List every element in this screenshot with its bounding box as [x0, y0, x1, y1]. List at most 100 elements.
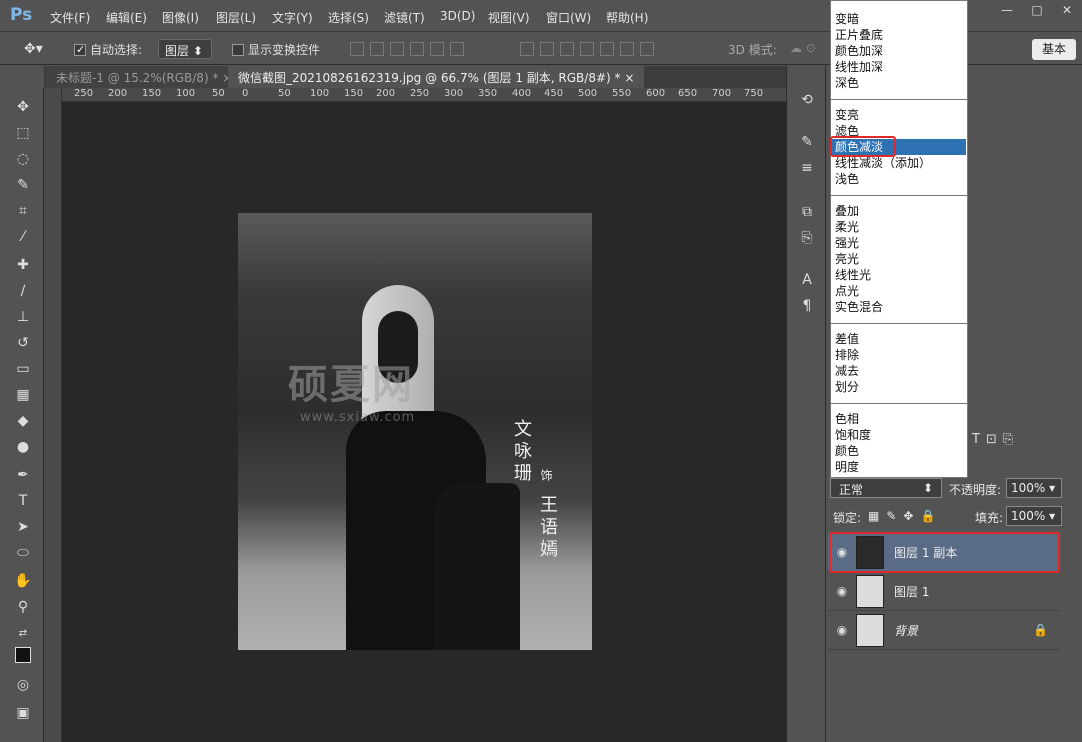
- blend-darken[interactable]: 变暗: [835, 11, 859, 27]
- brush-presets-icon[interactable]: ≡: [797, 160, 817, 180]
- blend-linear-light[interactable]: 线性光: [835, 267, 871, 283]
- lasso-tool-icon[interactable]: ◌: [12, 148, 34, 170]
- blend-multiply[interactable]: 正片叠底: [835, 27, 883, 43]
- blur-tool-icon[interactable]: ◆: [12, 410, 34, 432]
- blend-lighten[interactable]: 变亮: [835, 107, 859, 123]
- menu-3d[interactable]: 3D(D): [440, 9, 475, 23]
- blend-hard-mix[interactable]: 实色混合: [835, 299, 883, 315]
- blend-linear-burn[interactable]: 线性加深: [835, 59, 883, 75]
- healing-brush-icon[interactable]: ✚: [12, 254, 34, 276]
- blend-saturation[interactable]: 饱和度: [835, 427, 871, 443]
- 3d-mode-icons[interactable]: ☁ ⊙: [790, 41, 816, 55]
- distribute-hcenter-icon[interactable]: [600, 42, 614, 56]
- shape-filter-icon[interactable]: ⊡: [986, 432, 997, 454]
- fill-input[interactable]: 100% ▾: [1006, 506, 1062, 526]
- blend-hard-light[interactable]: 强光: [835, 235, 859, 251]
- blend-divide[interactable]: 划分: [835, 379, 859, 395]
- eraser-tool-icon[interactable]: ▭: [12, 358, 34, 380]
- tab-close-icon[interactable]: ×: [624, 71, 634, 85]
- eye-icon[interactable]: ◉: [828, 623, 856, 637]
- align-bottom-icon[interactable]: [390, 42, 404, 56]
- paragraph-panel-icon[interactable]: ¶: [797, 298, 817, 318]
- history-panel-icon[interactable]: ⟲: [797, 92, 817, 112]
- menu-help[interactable]: 帮助(H): [606, 9, 648, 26]
- menu-window[interactable]: 窗口(W): [546, 9, 591, 26]
- blend-darker-color[interactable]: 深色: [835, 75, 859, 91]
- auto-align-icon[interactable]: [640, 42, 654, 56]
- hand-tool-icon[interactable]: ✋: [12, 570, 34, 592]
- menu-type[interactable]: 文字(Y): [272, 9, 313, 26]
- lock-icons[interactable]: ▦✎✥🔒: [868, 509, 942, 523]
- path-select-icon[interactable]: ➤: [12, 516, 34, 538]
- color-swatches-icon[interactable]: [12, 644, 34, 666]
- align-left-icon[interactable]: [410, 42, 424, 56]
- zoom-tool-icon[interactable]: ⚲: [12, 596, 34, 618]
- distribute-vcenter-icon[interactable]: [540, 42, 554, 56]
- auto-select-target-select[interactable]: 图层 ⬍: [158, 39, 212, 59]
- opacity-input[interactable]: 100% ▾: [1006, 478, 1062, 498]
- align-right-icon[interactable]: [450, 42, 464, 56]
- blend-color[interactable]: 颜色: [835, 443, 859, 459]
- menu-edit[interactable]: 编辑(E): [106, 9, 147, 26]
- blend-subtract[interactable]: 减去: [835, 363, 859, 379]
- blend-luminosity[interactable]: 明度: [835, 459, 859, 475]
- minimize-button[interactable]: —: [992, 0, 1022, 20]
- maximize-button[interactable]: □: [1022, 0, 1052, 20]
- pen-tool-icon[interactable]: ✒: [12, 464, 34, 486]
- layer-row[interactable]: ◉ 背景 🔒: [828, 611, 1060, 650]
- quick-mask-icon[interactable]: ◎: [12, 674, 34, 696]
- distribute-top-icon[interactable]: [520, 42, 534, 56]
- auto-select-checkbox[interactable]: 自动选择:: [74, 41, 142, 58]
- menu-file[interactable]: 文件(F): [50, 9, 90, 26]
- clone-stamp-icon[interactable]: ⊥: [12, 306, 34, 328]
- distribute-right-icon[interactable]: [620, 42, 634, 56]
- history-brush-icon[interactable]: ↺: [12, 332, 34, 354]
- dodge-tool-icon[interactable]: ●: [12, 436, 34, 458]
- blend-exclusion[interactable]: 排除: [835, 347, 859, 363]
- menu-image[interactable]: 图像(I): [162, 9, 199, 26]
- distribute-left-icon[interactable]: [580, 42, 594, 56]
- menu-filter[interactable]: 滤镜(T): [384, 9, 425, 26]
- eye-icon[interactable]: ◉: [828, 584, 856, 598]
- blend-soft-light[interactable]: 柔光: [835, 219, 859, 235]
- tab-wechat-screenshot[interactable]: 微信截图_20210826162319.jpg @ 66.7% (图层 1 副本…: [228, 66, 645, 88]
- workspace-basic-button[interactable]: 基本: [1032, 39, 1076, 60]
- canvas-area[interactable]: 文咏珊 饰 王语嫣 硕夏网 www.sxiaw.com: [62, 102, 786, 742]
- swap-colors-icon[interactable]: ⇄: [12, 622, 34, 644]
- layer-blend-mode-select[interactable]: 正常 ⬍: [830, 478, 942, 498]
- blend-lighter-color[interactable]: 浅色: [835, 171, 859, 187]
- crop-tool-icon[interactable]: ⌗: [12, 200, 34, 222]
- menu-layer[interactable]: 图层(L): [216, 9, 256, 26]
- align-vcenter-icon[interactable]: [370, 42, 384, 56]
- layer-row[interactable]: ◉ 图层 1: [828, 572, 1060, 611]
- blend-vivid-light[interactable]: 亮光: [835, 251, 859, 267]
- blend-overlay[interactable]: 叠加: [835, 203, 859, 219]
- eyedropper-tool-icon[interactable]: ⁄: [12, 226, 34, 248]
- blend-difference[interactable]: 差值: [835, 331, 859, 347]
- blend-mode-dropdown[interactable]: 变暗 正片叠底 颜色加深 线性加深 深色 变亮 滤色 颜色减淡 线性减淡（添加）…: [830, 0, 968, 478]
- clone-source-icon[interactable]: ⧉: [797, 204, 817, 224]
- type-filter-icon[interactable]: T: [972, 432, 980, 454]
- close-button[interactable]: ✕: [1052, 0, 1082, 20]
- blend-hue[interactable]: 色相: [835, 411, 859, 427]
- menu-select[interactable]: 选择(S): [328, 9, 369, 26]
- tool-presets-icon[interactable]: ⎘: [797, 230, 817, 250]
- blend-linear-dodge[interactable]: 线性减淡（添加）: [835, 155, 931, 171]
- blend-color-burn[interactable]: 颜色加深: [835, 43, 883, 59]
- menu-view[interactable]: 视图(V): [488, 9, 530, 26]
- move-tool-icon[interactable]: ✥: [12, 96, 34, 118]
- align-hcenter-icon[interactable]: [430, 42, 444, 56]
- brush-tool-icon[interactable]: ∕: [12, 280, 34, 302]
- blend-pin-light[interactable]: 点光: [835, 283, 859, 299]
- show-transform-checkbox[interactable]: 显示变换控件: [232, 41, 320, 58]
- quick-select-tool-icon[interactable]: ✎: [12, 174, 34, 196]
- screen-mode-icon[interactable]: ▣: [12, 702, 34, 724]
- document-image[interactable]: 文咏珊 饰 王语嫣: [238, 213, 592, 650]
- type-tool-icon[interactable]: T: [12, 490, 34, 512]
- ellipse-tool-icon[interactable]: ⬭: [12, 542, 34, 564]
- brush-panel-icon[interactable]: ✎: [797, 134, 817, 154]
- move-tool-icon[interactable]: ✥▾: [24, 41, 43, 57]
- align-top-icon[interactable]: [350, 42, 364, 56]
- distribute-bottom-icon[interactable]: [560, 42, 574, 56]
- character-panel-icon[interactable]: A: [797, 272, 817, 292]
